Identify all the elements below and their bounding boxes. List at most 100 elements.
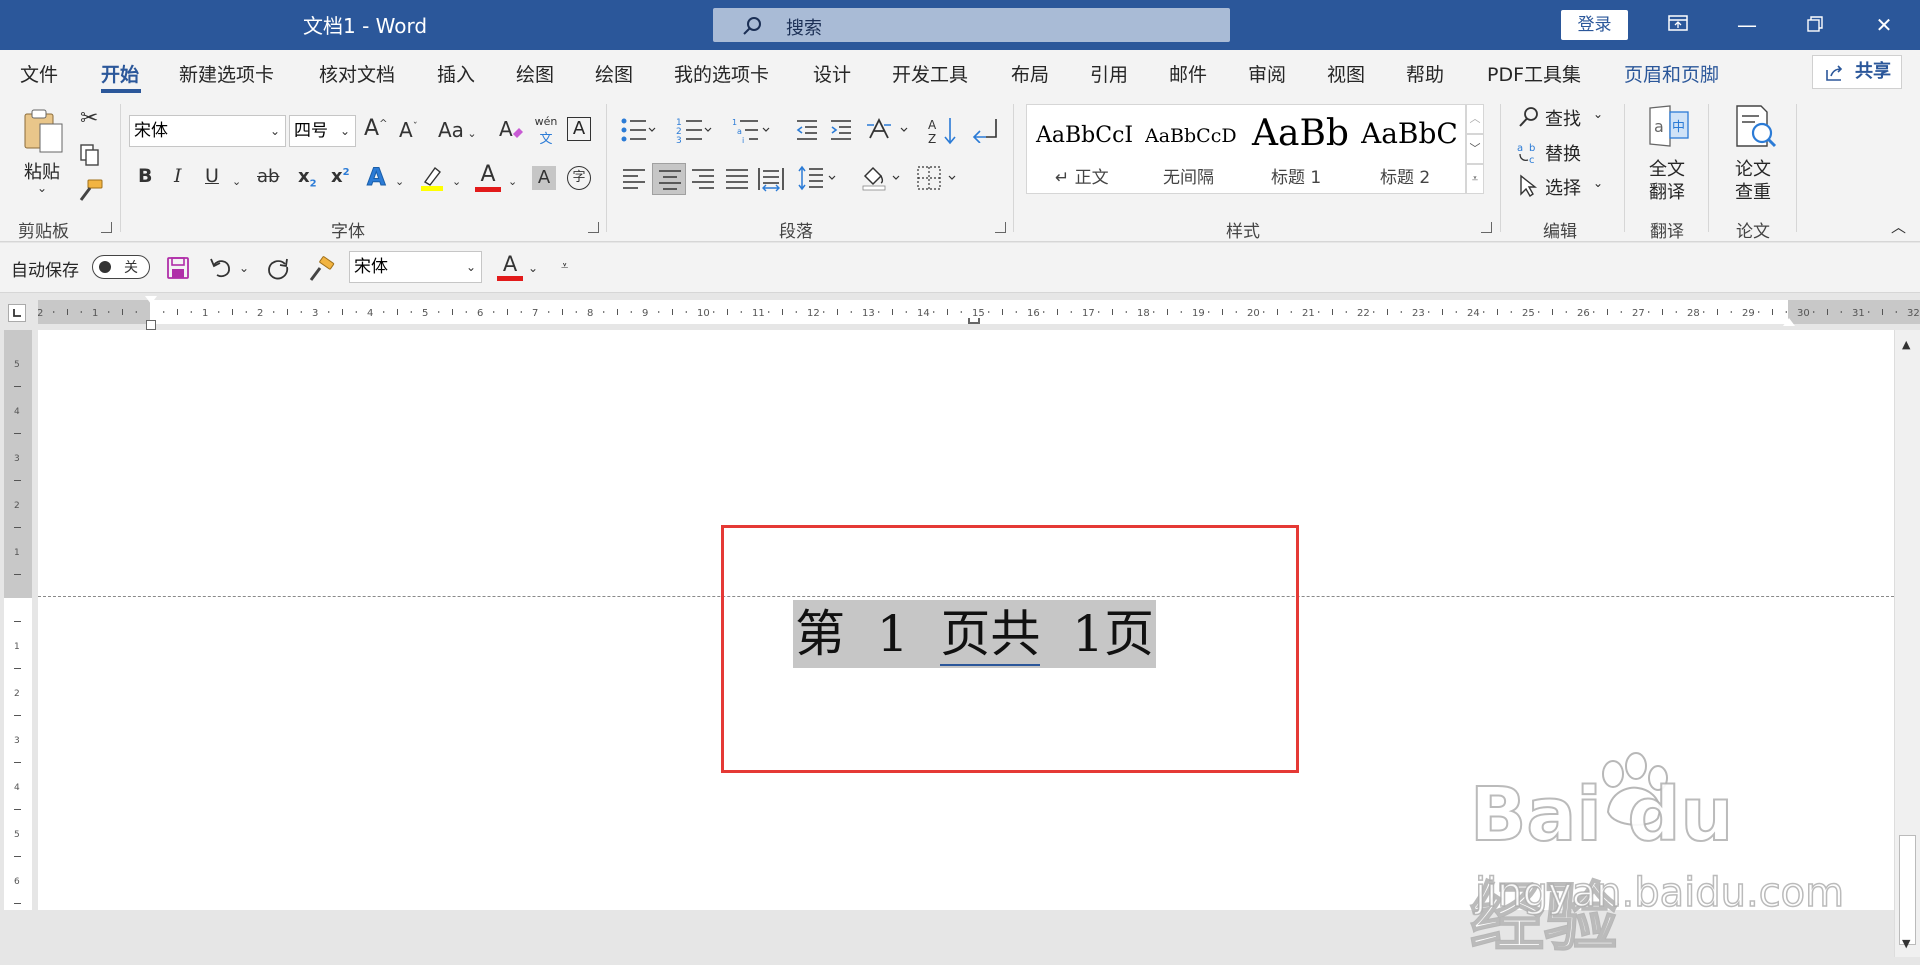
- qat-font-color-icon[interactable]: A: [497, 252, 523, 281]
- paragraph-launcher-icon[interactable]: [995, 222, 1006, 233]
- center-tab-marker[interactable]: [968, 318, 980, 324]
- clipboard-launcher-icon[interactable]: [101, 222, 112, 233]
- format-painter-icon[interactable]: [78, 178, 104, 206]
- superscript-icon[interactable]: x2: [331, 168, 350, 186]
- tab-draw-2[interactable]: 绘图: [595, 60, 633, 87]
- paper-check-label-2[interactable]: 查重: [1735, 178, 1771, 204]
- font-name-combo[interactable]: 宋体 ⌄: [129, 115, 286, 147]
- minimize-icon[interactable]: —: [1729, 8, 1765, 42]
- font-launcher-icon[interactable]: [588, 222, 599, 233]
- copy-icon[interactable]: [78, 143, 102, 171]
- gallery-scroll-down-icon[interactable]: ﹀: [1466, 134, 1484, 164]
- decrease-indent-icon[interactable]: [795, 118, 819, 146]
- borders-icon[interactable]: [917, 166, 961, 196]
- restore-icon[interactable]: [1797, 8, 1833, 42]
- gallery-more-icon[interactable]: ⩡: [1466, 164, 1484, 194]
- multilevel-list-icon[interactable]: 1ai: [732, 116, 770, 148]
- styles-gallery[interactable]: AaBbCcI ↵ 正文 AaBbCcD 无间隔 AaBb 标题 1 AaBbC…: [1026, 104, 1466, 194]
- enclose-character-icon[interactable]: 字: [567, 166, 591, 190]
- phonetic-guide-icon[interactable]: wén 文: [533, 115, 559, 147]
- sort-icon[interactable]: AZ: [928, 116, 958, 150]
- underline-dropdown-icon[interactable]: ⌄: [232, 176, 241, 187]
- underline-icon[interactable]: U: [205, 167, 219, 186]
- format-painter-icon[interactable]: [309, 256, 335, 286]
- customize-qat-icon[interactable]: ⩡: [561, 260, 568, 273]
- align-center-button[interactable]: [652, 163, 686, 195]
- close-icon[interactable]: ✕: [1866, 8, 1902, 42]
- highlight-dropdown-icon[interactable]: ⌄: [452, 176, 461, 187]
- character-shading-icon[interactable]: A: [532, 166, 556, 190]
- show-marks-icon[interactable]: [972, 117, 1000, 147]
- align-right-icon[interactable]: [691, 168, 715, 194]
- line-spacing-icon[interactable]: [797, 164, 841, 196]
- tab-pdf-tools[interactable]: PDF工具集: [1487, 60, 1581, 87]
- cut-icon[interactable]: ✂: [80, 108, 98, 130]
- clear-format-icon[interactable]: A: [497, 116, 525, 148]
- tab-insert[interactable]: 插入: [437, 60, 475, 87]
- bullets-icon[interactable]: [620, 116, 656, 148]
- collapse-ribbon-icon[interactable]: ︿: [1891, 220, 1906, 235]
- tab-proofread[interactable]: 核对文档: [319, 60, 395, 87]
- full-translate-icon[interactable]: a中: [1646, 104, 1690, 154]
- grow-font-icon[interactable]: A^: [364, 118, 387, 140]
- tab-references[interactable]: 引用: [1090, 60, 1128, 87]
- full-translate-label-2[interactable]: 翻译: [1649, 178, 1685, 204]
- bold-icon[interactable]: B: [138, 167, 152, 186]
- tab-file[interactable]: 文件: [20, 60, 58, 87]
- vertical-scrollbar[interactable]: ▲ ▼: [1894, 330, 1920, 957]
- paste-dropdown-icon[interactable]: ⌄: [37, 182, 47, 194]
- distributed-icon[interactable]: [758, 166, 784, 196]
- tab-new[interactable]: 新建选项卡: [179, 60, 274, 87]
- highlight-icon[interactable]: [419, 164, 445, 196]
- font-color-dropdown-icon[interactable]: ⌄: [508, 176, 517, 187]
- tab-layout[interactable]: 布局: [1011, 60, 1049, 87]
- tab-mailings[interactable]: 邮件: [1169, 60, 1207, 87]
- subscript-icon[interactable]: x2: [298, 168, 317, 190]
- styles-launcher-icon[interactable]: [1481, 222, 1492, 233]
- tab-design[interactable]: 设计: [813, 60, 851, 87]
- italic-icon[interactable]: I: [174, 167, 182, 186]
- scroll-up-icon[interactable]: ▲: [1902, 339, 1910, 350]
- qat-font-color-dropdown-icon[interactable]: ⌄: [528, 262, 538, 274]
- shading-icon[interactable]: [861, 164, 905, 196]
- first-line-indent-marker[interactable]: [145, 296, 157, 304]
- strikethrough-icon[interactable]: ab: [257, 168, 279, 186]
- share-button[interactable]: 共享: [1812, 55, 1902, 89]
- numbering-icon[interactable]: 123: [676, 116, 712, 148]
- text-effects-icon[interactable]: A: [367, 165, 387, 190]
- gallery-scroll-up-icon[interactable]: ︿: [1466, 104, 1484, 134]
- ribbon-display-icon[interactable]: [1660, 8, 1696, 42]
- tab-selector-icon[interactable]: [8, 304, 26, 322]
- login-button[interactable]: 登录: [1561, 10, 1628, 40]
- tab-draw-1[interactable]: 绘图: [516, 60, 554, 87]
- undo-icon[interactable]: [208, 255, 234, 285]
- tab-header-footer[interactable]: 页眉和页脚: [1624, 60, 1719, 87]
- text-effects-dropdown-icon[interactable]: ⌄: [395, 176, 404, 187]
- undo-dropdown-icon[interactable]: ⌄: [239, 262, 249, 274]
- tab-home[interactable]: 开始: [101, 60, 139, 87]
- increase-indent-icon[interactable]: [829, 118, 853, 146]
- change-case-icon[interactable]: Aa ⌄: [438, 120, 477, 140]
- font-size-combo[interactable]: 四号 ⌄: [289, 115, 356, 147]
- chinese-layout-icon[interactable]: [867, 116, 911, 148]
- tab-developer[interactable]: 开发工具: [892, 60, 968, 87]
- tab-my-tab[interactable]: 我的选项卡: [674, 60, 769, 87]
- save-icon[interactable]: [166, 256, 190, 284]
- shrink-font-icon[interactable]: Aˇ: [399, 120, 418, 140]
- paste-icon[interactable]: [22, 106, 66, 158]
- search-box[interactable]: 搜索: [713, 8, 1230, 42]
- autosave-toggle[interactable]: 关: [92, 255, 150, 279]
- scroll-down-icon[interactable]: ▼: [1902, 938, 1910, 949]
- tab-review[interactable]: 审阅: [1248, 60, 1286, 87]
- font-color-icon[interactable]: A: [475, 162, 501, 192]
- paper-check-icon[interactable]: [1733, 104, 1779, 154]
- character-border-icon[interactable]: A: [567, 117, 591, 141]
- justify-icon[interactable]: [725, 168, 749, 194]
- style-sample-heading1[interactable]: AaBb: [1252, 113, 1349, 154]
- redo-icon[interactable]: [265, 256, 291, 286]
- align-left-icon[interactable]: [622, 168, 646, 194]
- style-sample-normal[interactable]: AaBbCcI: [1036, 123, 1133, 148]
- tab-view[interactable]: 视图: [1327, 60, 1365, 87]
- style-sample-heading2[interactable]: AaBbC: [1361, 117, 1465, 150]
- left-indent-marker[interactable]: [146, 320, 156, 330]
